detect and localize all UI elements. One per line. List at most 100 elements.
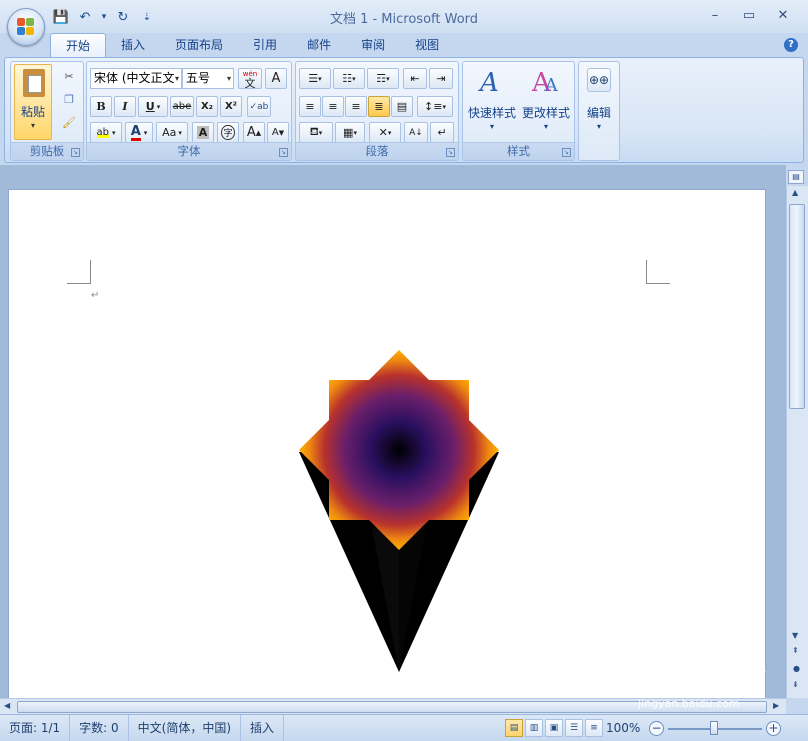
binoculars-icon: ⊕⊕ [587, 68, 611, 92]
clear-formatting-button[interactable]: A [265, 68, 287, 89]
paint-bucket-icon: ⛾ [309, 125, 319, 138]
tab-page-layout[interactable]: 页面布局 [160, 33, 238, 57]
tab-mailings[interactable]: 邮件 [292, 33, 346, 57]
tab-review[interactable]: 审阅 [346, 33, 400, 57]
shading-button[interactable]: ⛾ ▾ [299, 122, 333, 143]
cut-button[interactable]: ✂ [59, 66, 79, 87]
grow-font-button[interactable]: A ▲ [243, 122, 265, 143]
change-styles-button[interactable]: AA 更改样式 ▾ [520, 64, 572, 140]
copy-button[interactable]: ❐ [59, 89, 79, 110]
tab-references[interactable]: 引用 [238, 33, 292, 57]
full-screen-reading-icon[interactable]: ▥ [525, 719, 543, 737]
status-language[interactable]: 中文(简体，中国) [129, 714, 242, 741]
change-case-icon-button[interactable]: ✓ab [247, 96, 271, 117]
justify-button[interactable]: ≣ [368, 96, 390, 117]
outline-view-icon[interactable]: ☰ [565, 719, 583, 737]
numbering-button[interactable]: ☷ ▾ [333, 68, 365, 89]
chinese-layout-button[interactable]: ✕ ▾ [369, 122, 401, 143]
tab-view[interactable]: 视图 [400, 33, 454, 57]
tab-insert[interactable]: 插入 [106, 33, 160, 57]
show-marks-button[interactable]: ↵ [430, 122, 454, 143]
distributed-icon: ▤ [396, 100, 408, 113]
bold-button[interactable]: B [90, 96, 112, 117]
sort-button[interactable]: A↓ [404, 122, 428, 143]
zoom-slider-thumb[interactable] [710, 721, 718, 735]
styles-launcher-icon[interactable]: ↘ [562, 148, 571, 157]
print-layout-view-icon[interactable]: ▤ [505, 719, 523, 737]
change-styles-icon: AA [532, 68, 558, 98]
ribbon: 粘贴 ▾ ✂ ❐ 🖌 剪贴板 ↘ 宋体 (中文正文 ▾ 五号 ▾ wén 文 A B… [4, 57, 804, 163]
watermark-brand: Baidu经验 [620, 660, 766, 693]
star-cone-shape[interactable] [297, 350, 501, 680]
quick-styles-button[interactable]: A 快速样式 ▾ [466, 64, 518, 140]
bullets-button[interactable]: ☰ ▾ [299, 68, 331, 89]
enclose-char-button[interactable]: 字 [217, 122, 239, 143]
borders-icon: ▦ [343, 126, 354, 139]
tab-home[interactable]: 开始 [50, 33, 107, 57]
office-button[interactable] [7, 8, 45, 46]
superscript-label: X² [224, 101, 238, 112]
char-shading-button[interactable]: A [192, 122, 214, 143]
document-page[interactable]: ↵ [8, 189, 766, 698]
increase-indent-button[interactable]: ⇥ [429, 68, 453, 89]
status-insert-mode[interactable]: 插入 [241, 714, 285, 741]
phonetic-guide-button[interactable]: wén 文 [238, 68, 262, 89]
paste-dropdown-icon: ▾ [30, 121, 35, 130]
next-page-icon[interactable]: ⇟ [792, 680, 799, 689]
font-size-value: 五号 [186, 71, 211, 85]
chevron-down-icon: ▾ [226, 74, 231, 83]
scroll-down-icon[interactable]: ▼ [792, 631, 798, 640]
maximize-button[interactable]: ▭ [732, 6, 766, 26]
font-size-combo[interactable]: 五号 ▾ [182, 68, 234, 89]
align-right-button[interactable]: ≡ [345, 96, 367, 117]
close-button[interactable]: ✕ [766, 6, 800, 26]
status-page[interactable]: 页面: 1/1 [0, 714, 71, 741]
subscript-button[interactable]: X₂ [196, 96, 218, 117]
format-painter-button[interactable]: 🖌 [59, 112, 79, 133]
web-layout-icon[interactable]: ▣ [545, 719, 563, 737]
font-color-button[interactable]: A ▾ [125, 122, 153, 143]
multilevel-list-button[interactable]: ☶ ▾ [367, 68, 399, 89]
zoom-out-icon[interactable]: − [649, 721, 664, 736]
font-name-combo[interactable]: 宋体 (中文正文 ▾ [90, 68, 182, 89]
underline-button[interactable]: U ▾ [138, 96, 168, 117]
numbering-icon: ☷ [342, 72, 353, 85]
decrease-indent-button[interactable]: ⇤ [403, 68, 427, 89]
shrink-font-button[interactable]: A ▼ [267, 122, 289, 143]
superscript-button[interactable]: X² [220, 96, 242, 117]
align-left-button[interactable]: ≡ [299, 96, 321, 117]
scroll-up-icon[interactable]: ▲ [792, 188, 798, 197]
vertical-scrollbar[interactable]: ▲ ▼ ⇞ ● ⇟ [786, 186, 808, 698]
prev-page-icon[interactable]: ⇞ [792, 646, 799, 655]
minimize-button[interactable]: – [698, 6, 732, 26]
highlight-button[interactable]: ab ▾ [90, 122, 122, 143]
strikethrough-button[interactable]: abe [170, 96, 194, 117]
draft-view-icon[interactable]: ≡ [585, 719, 603, 737]
paragraph-mark: ↵ [91, 290, 100, 301]
distributed-button[interactable]: ▤ [391, 96, 413, 117]
browse-object-icon[interactable]: ● [793, 664, 800, 673]
font-launcher-icon[interactable]: ↘ [279, 148, 288, 157]
vertical-scroll-thumb[interactable] [789, 204, 805, 409]
quick-styles-dropdown-icon: ▾ [489, 122, 494, 131]
paste-button[interactable]: 粘贴 ▾ [14, 64, 52, 140]
font-name-value: 宋体 (中文正文 [94, 71, 175, 85]
change-case-button[interactable]: Aa ▾ [156, 122, 188, 143]
ruler-toggle-icon[interactable]: ▤ [788, 170, 804, 184]
underline-label: U [145, 100, 155, 113]
watermark-url: jingyan.baidu.com [638, 697, 740, 710]
paragraph-launcher-icon[interactable]: ↘ [446, 148, 455, 157]
scroll-left-icon[interactable]: ◀ [4, 701, 10, 710]
zoom-level[interactable]: 100% [606, 715, 640, 741]
italic-button[interactable]: I [114, 96, 136, 117]
help-icon[interactable]: ? [784, 38, 798, 52]
align-center-button[interactable]: ≡ [322, 96, 344, 117]
status-word-count[interactable]: 字数: 0 [70, 714, 129, 741]
borders-button[interactable]: ▦ ▾ [335, 122, 365, 143]
zoom-in-icon[interactable]: + [766, 721, 781, 736]
increase-indent-icon: ⇥ [436, 72, 446, 85]
editing-button[interactable]: ⊕⊕ 编辑 ▾ [581, 64, 617, 156]
line-spacing-button[interactable]: ↕≡ ▾ [417, 96, 453, 117]
align-center-icon: ≡ [328, 100, 338, 113]
clipboard-launcher-icon[interactable]: ↘ [71, 148, 80, 157]
